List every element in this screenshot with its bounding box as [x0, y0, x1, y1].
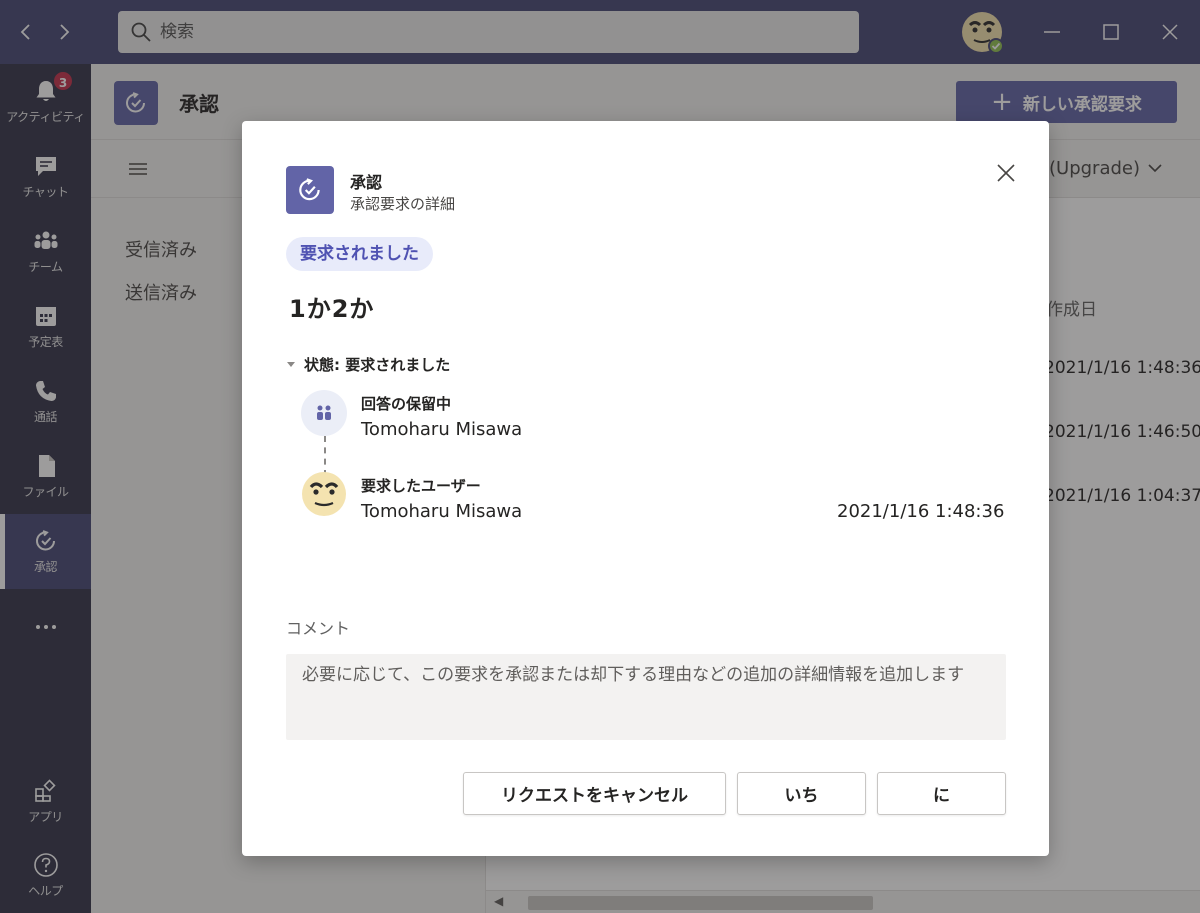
caret-down-icon [287, 361, 295, 367]
response-option-one-button[interactable]: いち [737, 772, 866, 815]
dialog-subtitle: 承認要求の詳細 [350, 195, 456, 213]
timeline-heading: 回答の保留中 [361, 395, 452, 413]
comment-label: コメント [286, 619, 351, 638]
cancel-request-button[interactable]: リクエストをキャンセル [463, 772, 726, 815]
approval-details-dialog: 承認 承認要求の詳細 要求されました 1か2か 状態: 要求されました 回答の保… [242, 121, 1049, 856]
status-toggle[interactable]: 状態: 要求されました [286, 354, 450, 375]
avatar [302, 472, 346, 516]
timeline-date: 2021/1/16 1:48:36 [837, 501, 1005, 522]
status-text: 状態: 要求されました [304, 356, 451, 374]
pending-responders-icon [301, 390, 347, 436]
status-badge: 要求されました [286, 237, 433, 271]
timeline-user-name: Tomoharu Misawa [361, 419, 523, 440]
response-option-two-button[interactable]: に [877, 772, 1006, 815]
dialog-app-icon [286, 166, 334, 214]
dialog-app-name: 承認 [350, 173, 383, 192]
request-title: 1か2か [289, 295, 375, 323]
timeline-connector [324, 436, 326, 476]
comment-field[interactable] [286, 654, 1006, 740]
team-icon [317, 405, 331, 420]
approvals-icon [299, 178, 320, 201]
close-icon[interactable] [994, 161, 1018, 185]
timeline-heading: 要求したユーザー [361, 477, 481, 495]
timeline-user-name: Tomoharu Misawa [361, 501, 523, 522]
